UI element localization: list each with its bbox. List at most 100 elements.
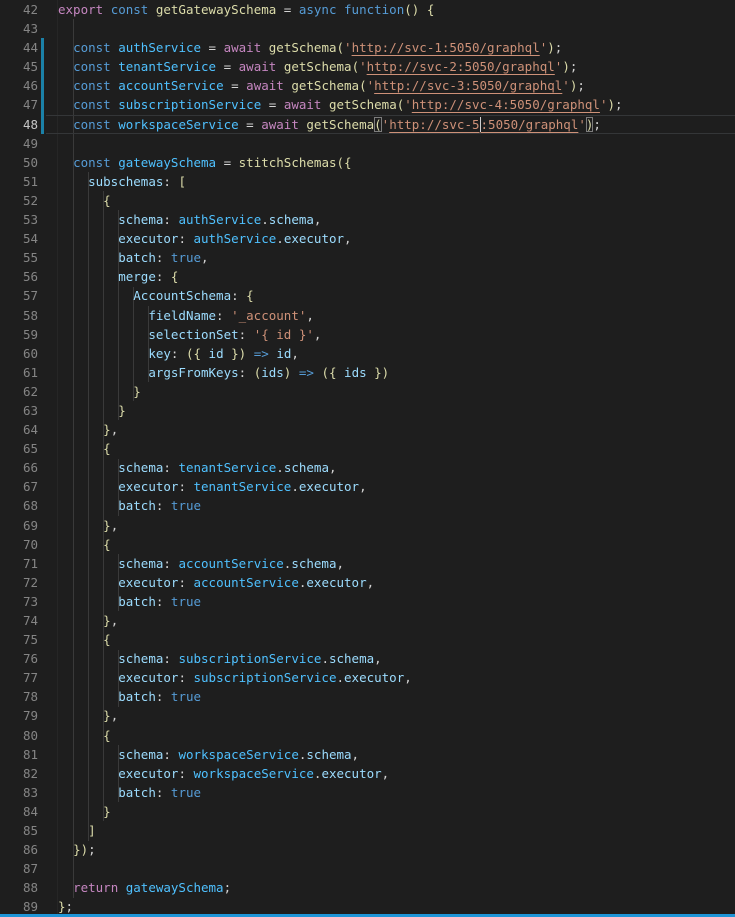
code-line-43[interactable]: 43 [0,19,735,38]
line-number[interactable]: 51 [0,172,38,191]
code-line-44[interactable]: 44 const authService = await getSchema('… [0,38,735,57]
code-line-48[interactable]: 48 const workspaceService = await getSch… [0,115,735,134]
line-number[interactable]: 79 [0,706,38,725]
code-line-69[interactable]: 69 }, [0,516,735,535]
code-line-58[interactable]: 58 fieldName: '_account', [0,306,735,325]
code-line-45[interactable]: 45 const tenantService = await getSchema… [0,57,735,76]
code-line-64[interactable]: 64 }, [0,420,735,439]
line-number[interactable]: 73 [0,592,38,611]
line-number[interactable]: 86 [0,840,38,859]
line-number[interactable]: 52 [0,191,38,210]
code-line-49[interactable]: 49 [0,134,735,153]
line-number[interactable]: 43 [0,19,38,38]
code-line-87[interactable]: 87 [0,859,735,878]
code-line-76[interactable]: 76 schema: subscriptionService.schema, [0,649,735,668]
line-number[interactable]: 54 [0,229,38,248]
line-number[interactable]: 66 [0,458,38,477]
line-number[interactable]: 42 [0,0,38,19]
line-number[interactable]: 49 [0,134,38,153]
line-number[interactable]: 87 [0,859,38,878]
url-link-text[interactable]: http://svc-5 [389,117,479,132]
url-link-text[interactable]: http://svc-2:5050/graphql [367,59,555,74]
line-number[interactable]: 62 [0,382,38,401]
line-number[interactable]: 77 [0,668,38,687]
line-number[interactable]: 59 [0,325,38,344]
line-number[interactable]: 60 [0,344,38,363]
line-number[interactable]: 70 [0,535,38,554]
line-number[interactable]: 71 [0,554,38,573]
code-line-74[interactable]: 74 }, [0,611,735,630]
code-line-53[interactable]: 53 schema: authService.schema, [0,210,735,229]
code-line-79[interactable]: 79 }, [0,706,735,725]
line-number[interactable]: 63 [0,401,38,420]
code-line-52[interactable]: 52 { [0,191,735,210]
line-number[interactable]: 50 [0,153,38,172]
code-line-78[interactable]: 78 batch: true [0,687,735,706]
line-number[interactable]: 74 [0,611,38,630]
code-line-51[interactable]: 51 subschemas: [ [0,172,735,191]
line-number[interactable]: 76 [0,649,38,668]
line-number[interactable]: 88 [0,878,38,897]
code-line-84[interactable]: 84 } [0,802,735,821]
code-line-42[interactable]: 42export const getGatewaySchema = async … [0,0,735,19]
line-number[interactable]: 61 [0,363,38,382]
line-number[interactable]: 89 [0,897,38,916]
code-line-83[interactable]: 83 batch: true [0,783,735,802]
line-number[interactable]: 84 [0,802,38,821]
url-link-text[interactable]: http://svc-1:5050/graphql [352,40,540,55]
line-number[interactable]: 78 [0,687,38,706]
code-line-65[interactable]: 65 { [0,439,735,458]
line-number[interactable]: 53 [0,210,38,229]
line-number[interactable]: 48 [0,115,38,134]
line-number[interactable]: 81 [0,745,38,764]
code-line-47[interactable]: 47 const subscriptionService = await get… [0,95,735,114]
code-line-89[interactable]: 89}; [0,897,735,916]
code-line-85[interactable]: 85 ] [0,821,735,840]
line-number[interactable]: 75 [0,630,38,649]
code-line-61[interactable]: 61 argsFromKeys: (ids) => ({ ids }) [0,363,735,382]
line-number[interactable]: 82 [0,764,38,783]
code-line-68[interactable]: 68 batch: true [0,496,735,515]
code-line-86[interactable]: 86 }); [0,840,735,859]
code-line-56[interactable]: 56 merge: { [0,267,735,286]
code-line-62[interactable]: 62 } [0,382,735,401]
line-number[interactable]: 58 [0,306,38,325]
code-line-77[interactable]: 77 executor: subscriptionService.executo… [0,668,735,687]
line-number[interactable]: 44 [0,38,38,57]
line-number[interactable]: 45 [0,57,38,76]
code-line-70[interactable]: 70 { [0,535,735,554]
code-line-80[interactable]: 80 { [0,726,735,745]
code-line-75[interactable]: 75 { [0,630,735,649]
line-number[interactable]: 68 [0,496,38,515]
code-line-54[interactable]: 54 executor: authService.executor, [0,229,735,248]
line-number[interactable]: 85 [0,821,38,840]
line-number[interactable]: 83 [0,783,38,802]
line-number[interactable]: 80 [0,726,38,745]
line-number[interactable]: 69 [0,516,38,535]
code-line-46[interactable]: 46 const accountService = await getSchem… [0,76,735,95]
code-line-72[interactable]: 72 executor: accountService.executor, [0,573,735,592]
code-line-81[interactable]: 81 schema: workspaceService.schema, [0,745,735,764]
url-link-text[interactable]: :5050/graphql [481,117,579,132]
code-line-59[interactable]: 59 selectionSet: '{ id }', [0,325,735,344]
url-link-text[interactable]: http://svc-3:5050/graphql [374,78,562,93]
line-number[interactable]: 55 [0,248,38,267]
line-number[interactable]: 47 [0,95,38,114]
line-number[interactable]: 67 [0,477,38,496]
line-number[interactable]: 65 [0,439,38,458]
code-line-66[interactable]: 66 schema: tenantService.schema, [0,458,735,477]
code-line-71[interactable]: 71 schema: accountService.schema, [0,554,735,573]
line-number[interactable]: 57 [0,286,38,305]
code-line-82[interactable]: 82 executor: workspaceService.executor, [0,764,735,783]
code-line-67[interactable]: 67 executor: tenantService.executor, [0,477,735,496]
line-number[interactable]: 64 [0,420,38,439]
code-line-88[interactable]: 88 return gatewaySchema; [0,878,735,897]
code-line-50[interactable]: 50 const gatewaySchema = stitchSchemas({ [0,153,735,172]
code-line-60[interactable]: 60 key: ({ id }) => id, [0,344,735,363]
code-line-73[interactable]: 73 batch: true [0,592,735,611]
code-line-63[interactable]: 63 } [0,401,735,420]
line-number[interactable]: 56 [0,267,38,286]
line-number[interactable]: 72 [0,573,38,592]
line-number[interactable]: 46 [0,76,38,95]
code-line-57[interactable]: 57 AccountSchema: { [0,286,735,305]
